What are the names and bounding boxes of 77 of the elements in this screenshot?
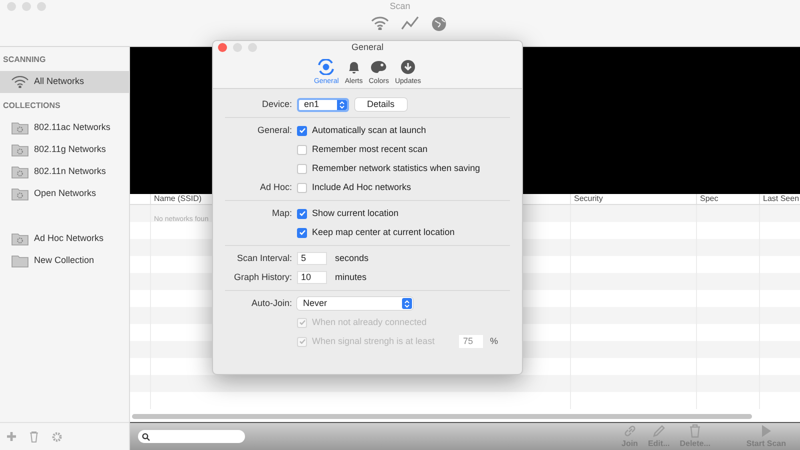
download-icon <box>400 59 416 75</box>
line-chart-icon[interactable] <box>401 16 419 30</box>
folder-icon <box>11 254 29 268</box>
unit-label: seconds <box>335 252 369 265</box>
checkbox[interactable] <box>297 228 307 238</box>
checkbox[interactable] <box>297 182 307 192</box>
gear-folder-icon <box>11 232 29 246</box>
minimize-button[interactable] <box>233 43 242 52</box>
sidebar-item[interactable]: 802.11g Networks <box>0 139 129 161</box>
auto-join-select[interactable]: Never <box>297 297 413 310</box>
sidebar-item[interactable]: 802.11n Networks <box>0 161 129 183</box>
section-heading: COLLECTIONS <box>2 100 62 112</box>
checkmark-icon <box>298 319 306 326</box>
number-field[interactable]: 10 <box>297 271 327 284</box>
checkbox-label: Include Ad Hoc networks <box>312 180 412 194</box>
field-label: Graph History: <box>234 270 292 284</box>
checkbox-label: Remember most recent scan <box>312 142 428 156</box>
stepper-icon <box>337 100 347 110</box>
add-icon[interactable] <box>6 431 17 442</box>
checkbox[interactable] <box>297 126 307 136</box>
device-select[interactable]: en1 <box>297 98 349 112</box>
search-field[interactable] <box>138 430 245 443</box>
dialog-title: General <box>350 41 385 54</box>
checkbox[interactable] <box>297 144 307 154</box>
checkmark-icon <box>298 229 306 236</box>
gear-folder-icon <box>11 187 29 201</box>
checkbox[interactable] <box>297 164 307 174</box>
number-field[interactable]: 5 <box>297 252 327 265</box>
close-button[interactable] <box>7 2 16 11</box>
field-label: Map: <box>272 206 292 220</box>
column-header[interactable]: Last Seen <box>759 194 800 204</box>
link-icon <box>622 424 637 438</box>
checkmark-icon <box>298 127 306 134</box>
search-icon <box>142 432 150 440</box>
minimize-button[interactable] <box>22 2 31 11</box>
details-button[interactable]: Details <box>355 98 407 111</box>
sidebar-item[interactable]: Open Networks <box>0 183 129 205</box>
trash-icon <box>689 424 702 438</box>
unit-label: minutes <box>335 270 367 284</box>
globe-icon[interactable] <box>431 16 447 32</box>
checkbox[interactable] <box>297 208 307 218</box>
checkbox-label: Show current location <box>312 206 399 220</box>
palette-icon <box>370 59 388 75</box>
column-header[interactable]: Security <box>570 194 696 204</box>
checkmark-icon <box>298 210 306 217</box>
wifi-icon[interactable] <box>371 16 389 30</box>
section-heading: SCANNING <box>2 54 47 66</box>
field-label: Ad Hoc: <box>260 180 292 194</box>
checkbox-label: Automatically scan at launch <box>312 124 426 137</box>
window-title: Scan <box>388 0 412 13</box>
unit-label: % <box>490 334 498 348</box>
checkbox-label: Remember network statistics when saving <box>312 162 480 175</box>
pencil-icon <box>652 424 666 438</box>
field-label: Auto-Join: <box>251 296 292 310</box>
wifi-icon <box>11 76 29 88</box>
gear-folder-icon <box>11 143 29 157</box>
gear-folder-icon <box>11 121 29 135</box>
sidebar-item[interactable]: Ad Hoc Networks <box>0 228 129 250</box>
sidebar-item[interactable]: 802.11ac Networks <box>0 117 129 139</box>
sidebar-item[interactable]: New Collection <box>0 250 129 272</box>
stepper-icon <box>402 298 412 309</box>
gear-folder-icon <box>11 165 29 179</box>
sidebar-item[interactable]: All Networks <box>0 71 129 93</box>
gear-icon[interactable] <box>51 430 63 442</box>
field-label: Device: <box>262 98 292 111</box>
close-button[interactable] <box>218 43 227 52</box>
zoom-button[interactable] <box>248 43 257 52</box>
scrollbar[interactable] <box>132 414 752 419</box>
zoom-button[interactable] <box>37 2 46 11</box>
column-header[interactable]: Spec <box>696 194 759 204</box>
play-icon <box>760 424 772 438</box>
checkbox-label: Keep map center at current location <box>312 226 455 239</box>
field-label: General: <box>257 124 292 137</box>
radar-icon <box>317 59 336 75</box>
trash-icon[interactable] <box>29 430 39 442</box>
checkmark-icon <box>298 338 306 345</box>
field-label: Scan Interval: <box>236 252 292 265</box>
